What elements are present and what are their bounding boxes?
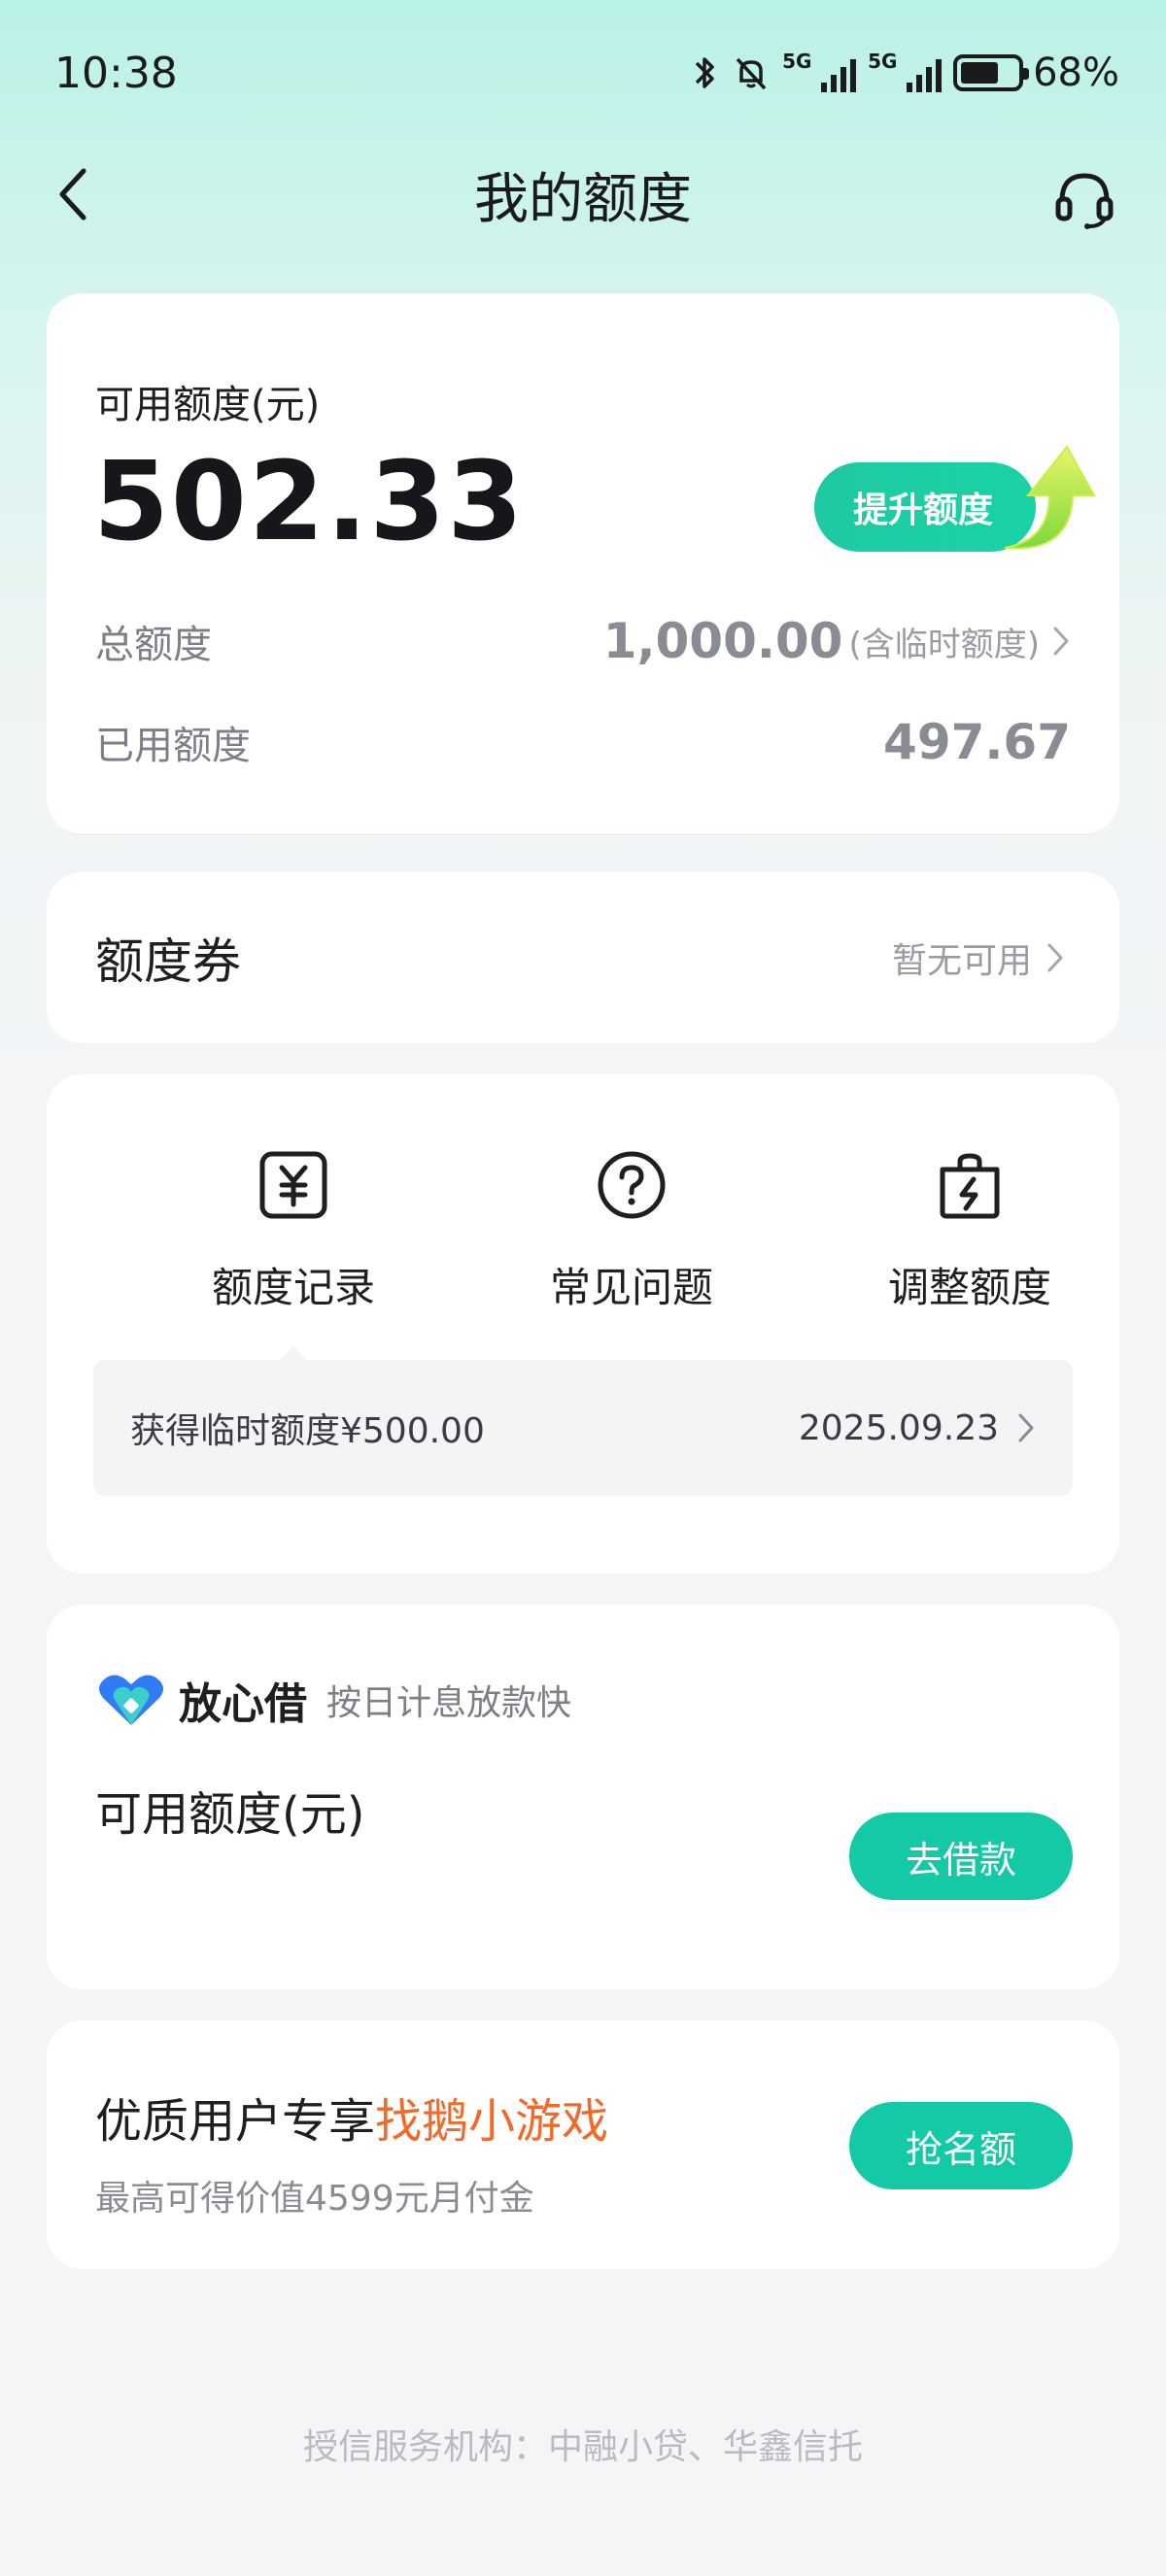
loan-card: 放心借 按日计息放款快 可用额度(元) 去借款 bbox=[47, 1605, 1119, 1989]
bluetooth-icon bbox=[695, 57, 714, 88]
menu-item-adjust-quota[interactable]: 调整额度 bbox=[824, 1148, 1115, 1342]
back-button[interactable] bbox=[39, 159, 109, 229]
chevron-right-icon bbox=[1053, 627, 1069, 656]
borrow-button[interactable]: 去借款 bbox=[849, 1813, 1073, 1900]
chevron-right-icon bbox=[1018, 1413, 1034, 1442]
grab-slot-button[interactable]: 抢名额 bbox=[849, 2102, 1073, 2189]
menu-item-quota-record[interactable]: 额度记录 bbox=[148, 1148, 439, 1342]
record-text: 获得临时额度¥500.00 bbox=[130, 1411, 485, 1451]
quota-record-item[interactable]: 获得临时额度¥500.00 2025.09.23 bbox=[93, 1360, 1073, 1496]
used-quota-amount: 497.67 bbox=[883, 714, 1071, 770]
record-date: 2025.09.23 bbox=[798, 1407, 999, 1448]
chevron-right-icon bbox=[1047, 943, 1063, 972]
headset-icon bbox=[1055, 173, 1114, 229]
battery-percent: 68% bbox=[1033, 51, 1119, 95]
loan-available-label: 可用额度(元) bbox=[95, 1787, 365, 1842]
total-quota-amount: 1,000.00 bbox=[602, 613, 843, 669]
quota-coupon-row[interactable]: 额度券 暂无可用 bbox=[47, 872, 1119, 1043]
signal-icon-1: 5G bbox=[782, 51, 857, 92]
up-arrow-icon bbox=[1004, 445, 1096, 550]
customer-service-button[interactable] bbox=[1046, 159, 1123, 237]
nav-bar: 我的额度 bbox=[0, 146, 1166, 243]
promo-subtitle: 最高可得价值4599元月付金 bbox=[95, 2179, 534, 2219]
menu-item-faq[interactable]: 常见问题 bbox=[486, 1148, 777, 1342]
used-quota-row: 已用额度 497.67 bbox=[95, 713, 1071, 771]
coupon-title: 额度券 bbox=[95, 933, 241, 990]
total-quota-note: (含临时额度) bbox=[848, 625, 1040, 664]
available-quota-label: 可用额度(元) bbox=[95, 383, 321, 427]
fangxinjie-logo-icon bbox=[99, 1675, 163, 1725]
used-quota-label: 已用额度 bbox=[95, 724, 251, 768]
promo-highlight: 找鹅小游戏 bbox=[375, 2094, 609, 2149]
loan-brand-name: 放心借 bbox=[179, 1679, 307, 1729]
menu-item-label: 额度记录 bbox=[211, 1264, 375, 1311]
coupon-status: 暂无可用 bbox=[891, 941, 1032, 981]
yuan-receipt-icon bbox=[259, 1151, 327, 1219]
loan-slogan: 按日计息放款快 bbox=[326, 1683, 572, 1723]
quota-menu-card: 额度记录 常见问题 调整额度 获得临时额度¥500.00 2025.09.23 bbox=[47, 1074, 1119, 1574]
credit-institution-footer: 授信服务机构：中融小贷、华鑫信托 bbox=[302, 2427, 863, 2467]
promo-card[interactable]: 优质用户专享找鹅小游戏 最高可得价值4599元月付金 抢名额 bbox=[47, 2020, 1119, 2269]
signal-icon-2: 5G bbox=[868, 51, 943, 92]
question-circle-icon bbox=[598, 1151, 666, 1219]
status-icons: 5G 5G 68% bbox=[691, 51, 1119, 95]
battery-icon bbox=[953, 54, 1030, 91]
chevron-left-icon bbox=[59, 168, 86, 220]
menu-item-label: 常见问题 bbox=[549, 1264, 713, 1311]
page-title: 我的额度 bbox=[474, 167, 692, 231]
raise-quota-button[interactable]: 提升额度 bbox=[814, 439, 1096, 575]
total-quota-row[interactable]: 总额度 1,000.00 (含临时额度) bbox=[95, 612, 1071, 670]
bag-lightning-icon bbox=[940, 1153, 1000, 1219]
available-quota-amount: 502.33 bbox=[93, 439, 526, 565]
battery-indicator: 68% bbox=[953, 51, 1119, 95]
status-time: 10:38 bbox=[54, 48, 178, 98]
promo-title: 优质用户专享找鹅小游戏 bbox=[95, 2094, 609, 2149]
menu-item-label: 调整额度 bbox=[887, 1264, 1051, 1311]
mute-bell-icon bbox=[736, 57, 767, 90]
quota-card: 可用额度(元) 502.33 提升额度 总额度 1,000.00 (含临时额度) bbox=[47, 293, 1119, 833]
status-bar: 10:38 5G 5G 68% bbox=[0, 0, 1166, 146]
loan-brand: 放心借 按日计息放款快 bbox=[95, 1669, 571, 1731]
total-quota-label: 总额度 bbox=[95, 623, 212, 667]
